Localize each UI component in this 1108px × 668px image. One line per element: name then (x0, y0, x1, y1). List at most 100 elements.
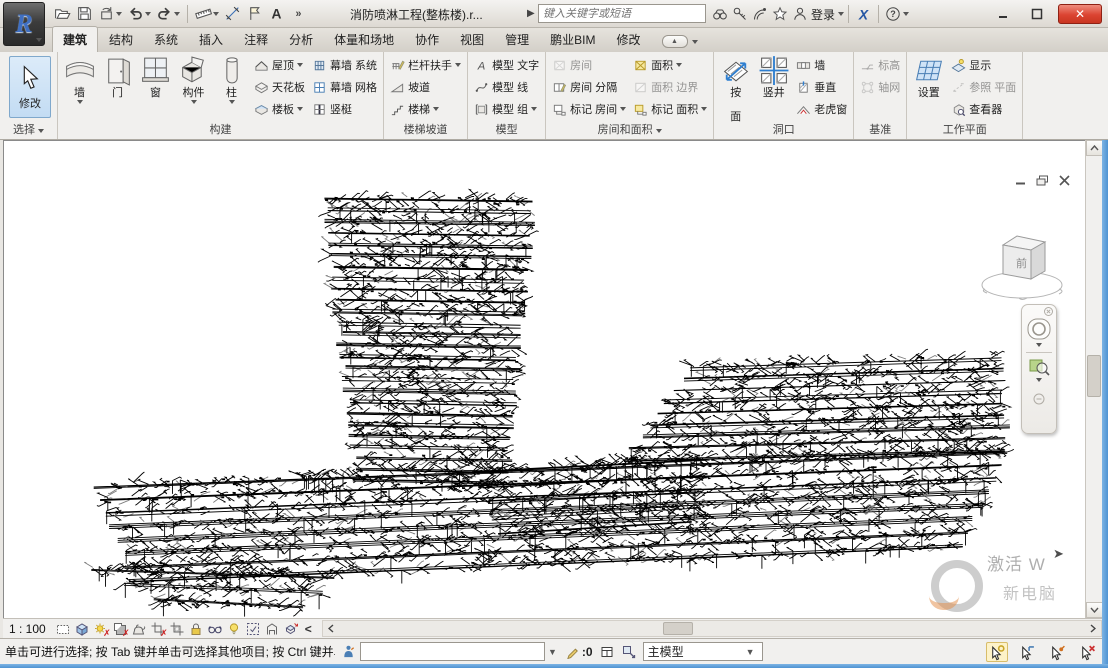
sun-path-icon[interactable]: ✗ (92, 620, 111, 638)
aligned-dimension-button[interactable] (222, 3, 243, 25)
active-design-option-select[interactable]: 主模型 ▼ (643, 642, 763, 661)
temporary-hide-isolate-icon[interactable] (206, 620, 225, 638)
tab-管理[interactable]: 管理 (495, 27, 539, 52)
redo-button[interactable] (154, 3, 182, 25)
scroll-left-button[interactable] (323, 621, 339, 636)
steering-wheel-button[interactable] (1026, 316, 1052, 342)
subscription-icon[interactable] (730, 3, 750, 25)
panel-label-洞口[interactable]: 洞口 (714, 123, 853, 139)
ribbon-button-竖梃[interactable]: 竖梃 (309, 98, 380, 120)
ribbon-button-面积[interactable]: 面积 (630, 54, 710, 76)
render-dialog-icon[interactable] (130, 620, 149, 638)
sync-with-central-button[interactable] (96, 3, 124, 25)
select-pinned-elements-toggle[interactable] (1046, 642, 1068, 662)
reveal-hidden-elements-icon[interactable] (225, 620, 244, 638)
panel-label-构建[interactable]: 构建 (58, 123, 383, 139)
detail-level-icon[interactable] (54, 620, 73, 638)
worksets-dialog-icon[interactable] (599, 644, 615, 660)
ribbon-button-栏杆扶手[interactable]: 栏杆扶手 (387, 54, 464, 76)
visual-style-icon[interactable] (73, 620, 92, 638)
undo-button[interactable] (125, 3, 153, 25)
ribbon-button-显示[interactable]: 显示 (948, 54, 1019, 76)
ribbon-button-房间-分隔[interactable]: 房间 分隔 (549, 76, 629, 98)
select-links-toggle[interactable] (986, 642, 1008, 662)
ribbon-button-竖井[interactable]: 竖井 (755, 54, 792, 99)
tab-分析[interactable]: 分析 (279, 27, 323, 52)
view-scale-button[interactable]: 1 : 100 (3, 622, 54, 636)
displacement-sets-icon[interactable] (282, 620, 301, 638)
editing-requests-icon[interactable] (566, 644, 581, 659)
workset-combobox[interactable] (360, 642, 545, 661)
select-underlay-elements-toggle[interactable] (1016, 642, 1038, 662)
ribbon-button-墙[interactable]: 墙 (793, 54, 850, 76)
application-menu-button[interactable]: R (3, 2, 45, 46)
tag-by-category-button[interactable] (244, 3, 265, 25)
ribbon-button-门[interactable]: 门 (99, 54, 136, 99)
panel-label-楼梯坡道[interactable]: 楼梯坡道 (384, 123, 467, 139)
panel-label-基准[interactable]: 基准 (854, 123, 906, 139)
search-icon[interactable] (710, 3, 730, 25)
help-button[interactable]: ? (883, 3, 911, 25)
view-restore-icon[interactable] (1036, 175, 1049, 186)
ribbon-button-查看器[interactable]: 查看器 (948, 98, 1019, 120)
ribbon-button-模型-组[interactable]: 模型 组 (471, 98, 542, 120)
vertical-scrollbar[interactable] (1085, 140, 1102, 618)
view-close-icon[interactable] (1058, 175, 1071, 186)
panel-label-房间和面积[interactable]: 房间和面积 (546, 123, 713, 139)
maximize-button[interactable] (1024, 5, 1050, 24)
text-button[interactable]: A (266, 3, 287, 25)
zoom-chevron-icon[interactable] (1036, 378, 1042, 382)
ribbon-button-垂直[interactable]: 垂直 (793, 76, 850, 98)
panel-label-工作平面[interactable]: 工作平面 (907, 123, 1022, 139)
temporary-view-properties-icon[interactable] (244, 620, 263, 638)
minimize-ribbon-button[interactable]: ▲ (662, 35, 688, 48)
save-button[interactable] (74, 3, 95, 25)
tab-协作[interactable]: 协作 (405, 27, 449, 52)
ribbon-state-chevron-icon[interactable] (692, 40, 698, 44)
locked-3d-view-icon[interactable] (187, 620, 206, 638)
panel-label-模型[interactable]: 模型 (468, 123, 545, 139)
login-chevron-icon[interactable] (838, 12, 844, 16)
scroll-right-button[interactable] (1085, 621, 1101, 636)
login-label[interactable]: 登录 (811, 6, 835, 23)
select-elements-by-face-toggle[interactable] (1076, 642, 1098, 662)
view-minimize-icon[interactable] (1014, 175, 1027, 186)
navbar-collapse-icon[interactable] (1033, 393, 1045, 405)
communication-center-icon[interactable] (750, 3, 770, 25)
horizontal-scrollbar[interactable] (322, 620, 1102, 637)
tab-系统[interactable]: 系统 (144, 27, 188, 52)
select-panel-label[interactable]: 选择 (0, 123, 57, 139)
ribbon-button-窗[interactable]: 窗 (137, 54, 174, 99)
zoom-button[interactable] (1028, 355, 1050, 377)
crop-view-icon[interactable]: ✗ (149, 620, 168, 638)
vertical-scroll-thumb[interactable] (1087, 355, 1101, 397)
close-button[interactable]: ✕ (1058, 4, 1102, 24)
ribbon-button-楼板[interactable]: 楼板 (251, 98, 308, 120)
ribbon-button-构件[interactable]: 构件 (175, 54, 212, 104)
ribbon-button-按-面[interactable]: 按面 (717, 54, 754, 123)
ribbon-button-柱[interactable]: 柱 (213, 54, 250, 104)
open-button[interactable] (52, 3, 73, 25)
scroll-down-button[interactable] (1086, 602, 1103, 618)
drawing-area[interactable]: 前 激活 W ➤ 新电脑 (3, 140, 1085, 618)
tab-插入[interactable]: 插入 (189, 27, 233, 52)
view-bar-collapse-icon[interactable]: < (301, 622, 316, 636)
ribbon-button-设置[interactable]: 设置 (910, 54, 947, 99)
navbar-close-icon[interactable] (1044, 307, 1053, 316)
search-input[interactable] (538, 4, 706, 23)
minimize-button[interactable] (990, 5, 1016, 24)
workset-chevron-icon[interactable]: ▼ (545, 647, 560, 657)
ribbon-button-坡道[interactable]: 坡道 (387, 76, 464, 98)
tab-建筑[interactable]: 建筑 (52, 26, 98, 52)
favorites-icon[interactable] (770, 3, 790, 25)
ribbon-button-楼梯[interactable]: 楼梯 (387, 98, 464, 120)
viewcube[interactable]: 前 (979, 203, 1067, 307)
analytical-model-icon[interactable] (263, 620, 282, 638)
ribbon-button-幕墙-网格[interactable]: 幕墙 网格 (309, 76, 380, 98)
infocenter-expand-icon[interactable]: ▶ (527, 8, 535, 19)
tab-视图[interactable]: 视图 (450, 27, 494, 52)
ribbon-button-标记-房间[interactable]: 标记 房间 (549, 98, 629, 120)
user-icon[interactable] (790, 3, 810, 25)
scroll-up-button[interactable] (1086, 140, 1103, 156)
steering-wheel-chevron-icon[interactable] (1036, 343, 1042, 347)
